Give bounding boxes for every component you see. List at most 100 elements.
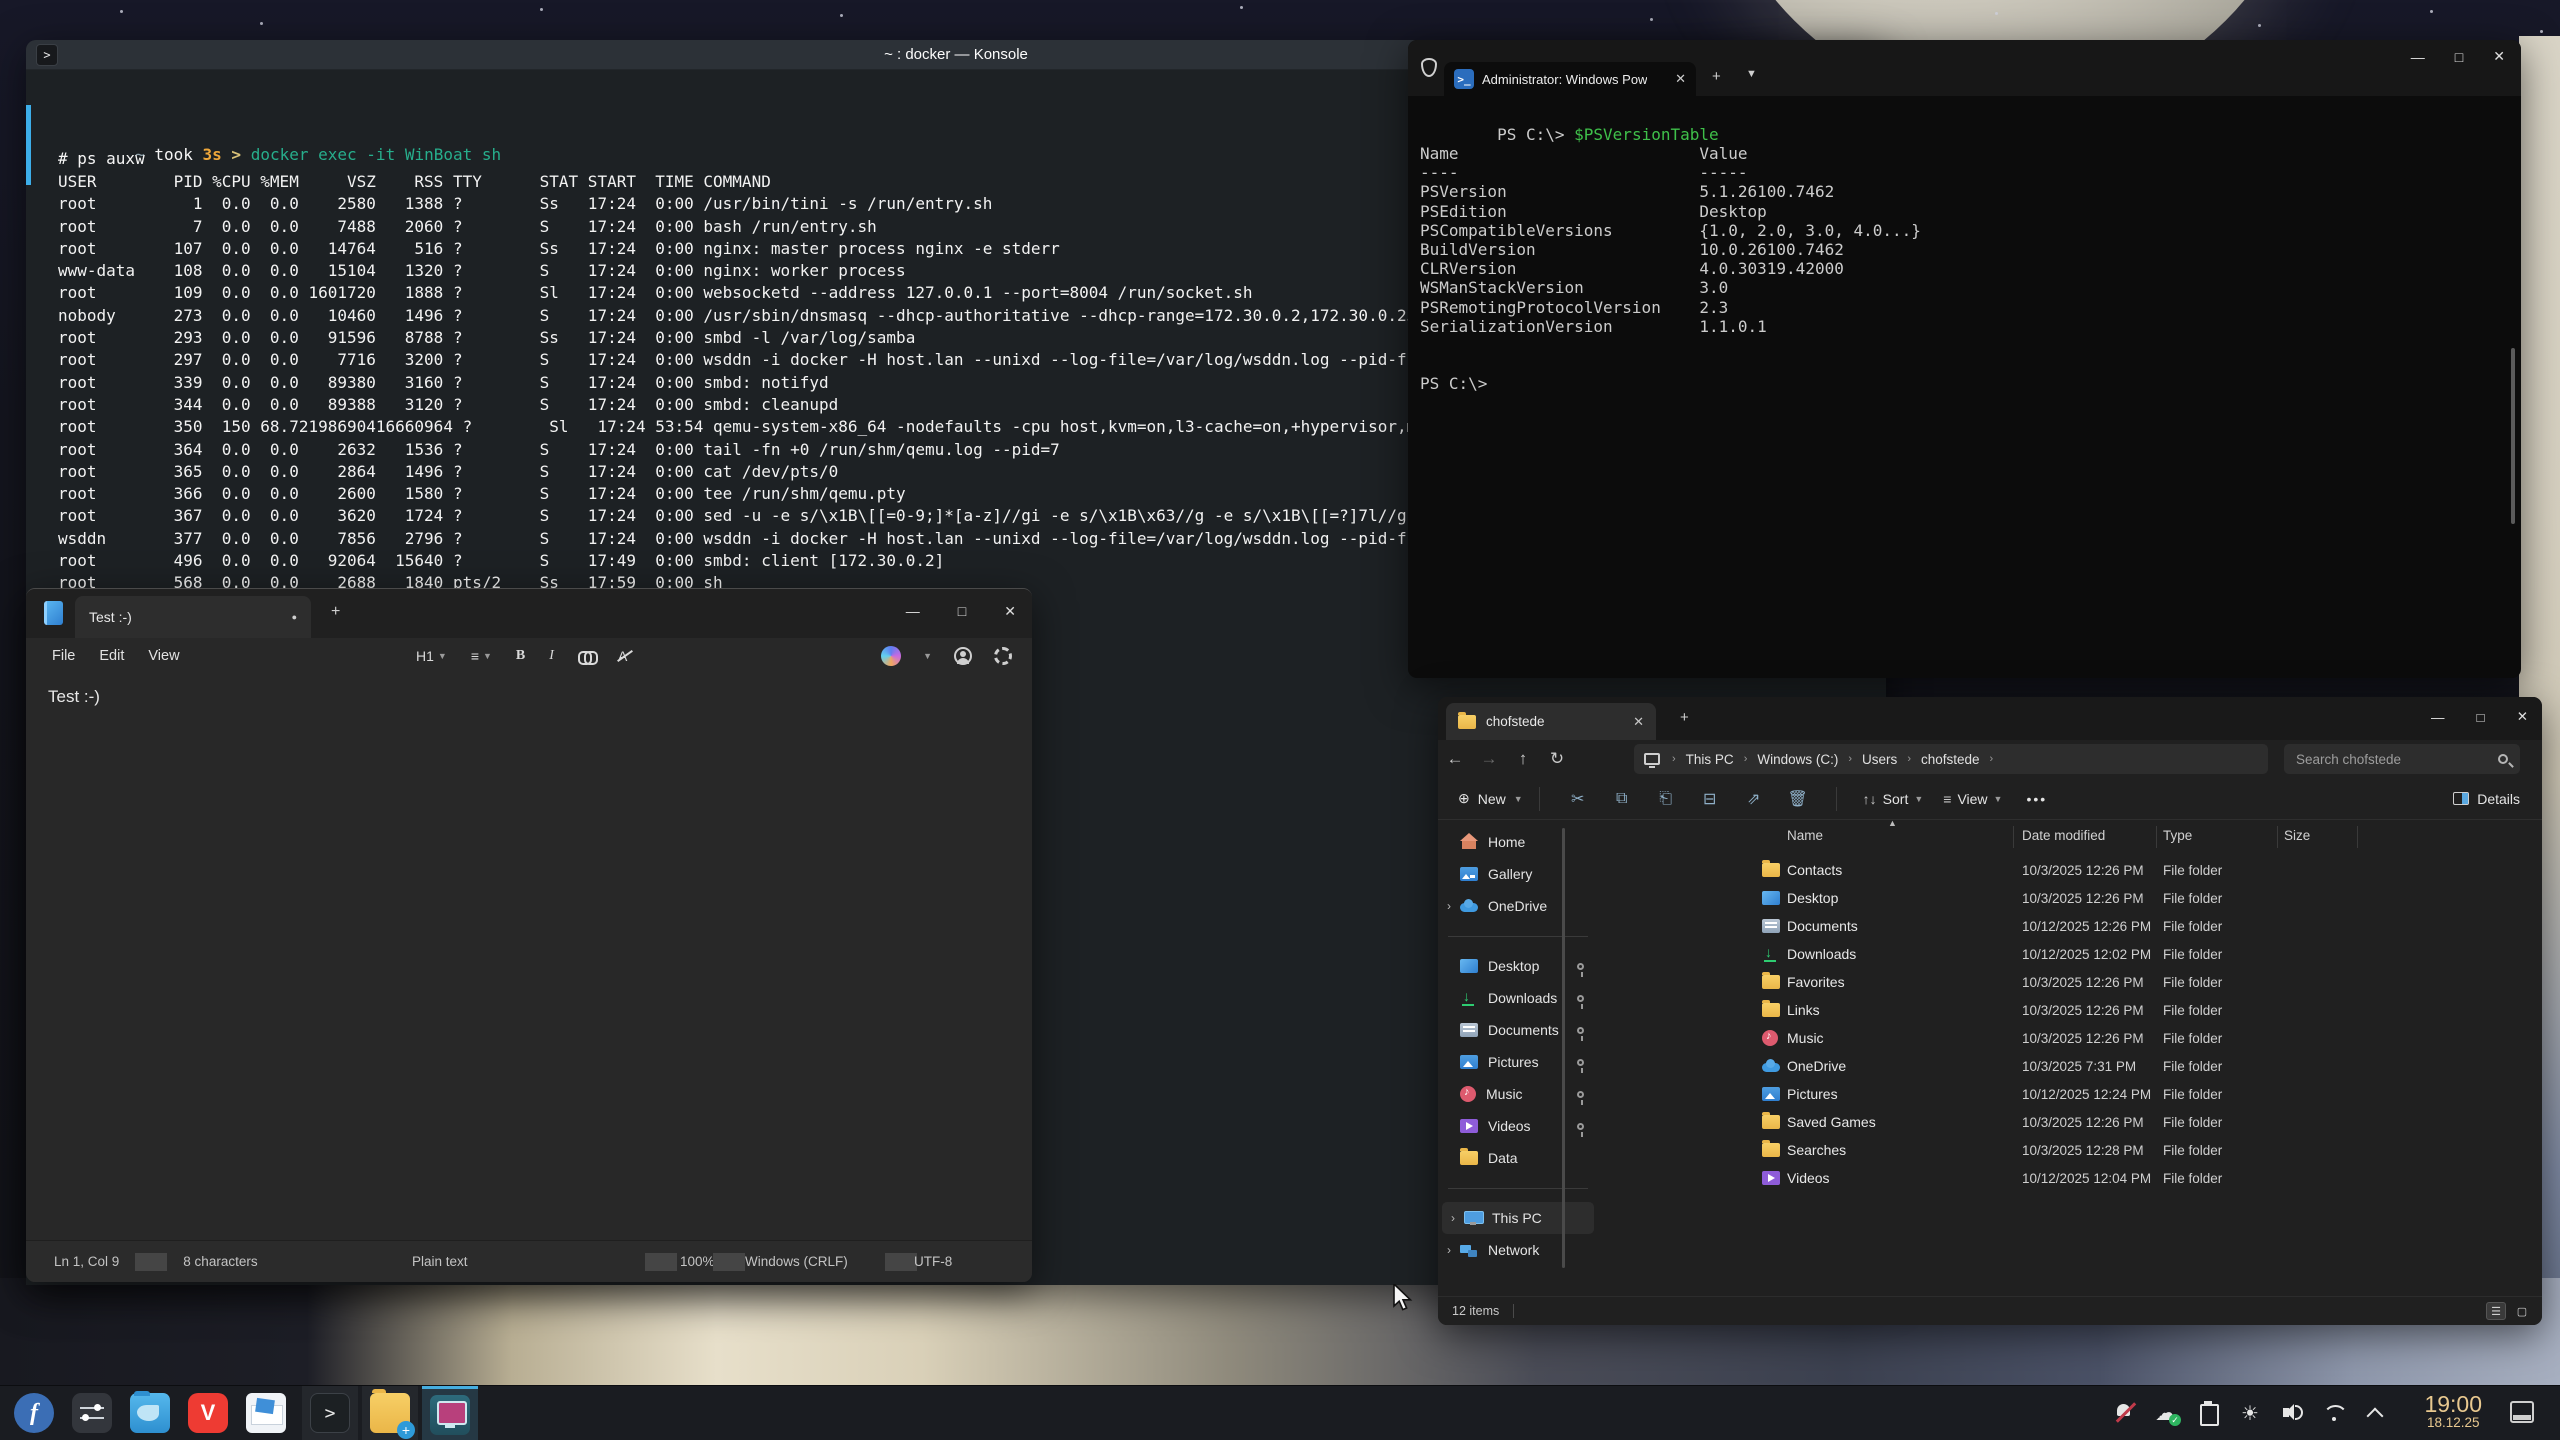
maximize-icon[interactable]: □ bbox=[2455, 48, 2463, 65]
close-tab-icon[interactable]: ✕ bbox=[1675, 71, 1686, 87]
expand-chevron-icon[interactable]: › bbox=[1442, 1211, 1464, 1225]
file-row-links[interactable]: Links10/3/2025 12:26 PMFile folder bbox=[1598, 996, 2542, 1024]
file-row-desktop[interactable]: Desktop10/3/2025 12:26 PMFile folder bbox=[1598, 884, 2542, 912]
copilot-icon[interactable] bbox=[881, 646, 901, 666]
close-icon[interactable]: ✕ bbox=[2517, 709, 2528, 725]
expand-chevron-icon[interactable]: › bbox=[1438, 1243, 1460, 1257]
show-desktop-button[interactable] bbox=[2510, 1401, 2534, 1423]
breadcrumb-item-windows-c-[interactable]: Windows (C:) bbox=[1757, 752, 1838, 767]
notepad-editor[interactable]: Test :-) bbox=[26, 673, 1032, 1241]
new-tab-icon[interactable]: + bbox=[1712, 68, 1721, 85]
back-icon[interactable]: ← bbox=[1438, 749, 1472, 769]
column-type[interactable]: Type bbox=[2163, 828, 2192, 843]
close-icon[interactable]: ✕ bbox=[2493, 48, 2505, 65]
forward-icon[interactable]: → bbox=[1472, 749, 1506, 769]
menu-view[interactable]: View bbox=[136, 643, 191, 669]
view-button[interactable]: ≡View▼ bbox=[1943, 791, 2002, 807]
menu-file[interactable]: File bbox=[40, 643, 87, 669]
sidebar-item-this-pc[interactable]: ›This PC bbox=[1442, 1202, 1594, 1234]
winboat-task[interactable] bbox=[422, 1386, 478, 1440]
mail-icon[interactable] bbox=[246, 1393, 286, 1433]
file-row-contacts[interactable]: Contacts10/3/2025 12:26 PMFile folder bbox=[1598, 856, 2542, 884]
sidebar-item-data[interactable]: Data bbox=[1438, 1142, 1598, 1174]
fedora-launcher-icon[interactable]: f bbox=[14, 1393, 54, 1433]
up-icon[interactable]: ↑ bbox=[1506, 749, 1540, 769]
copy-icon[interactable]: ⧉ bbox=[1600, 790, 1644, 808]
copilot-dropdown-icon[interactable]: ▼ bbox=[923, 651, 932, 661]
file-row-searches[interactable]: Searches10/3/2025 12:28 PMFile folder bbox=[1598, 1136, 2542, 1164]
volume-icon[interactable] bbox=[2280, 1401, 2304, 1425]
account-icon[interactable] bbox=[954, 647, 972, 665]
sidebar-item-downloads[interactable]: Downloads bbox=[1438, 982, 1598, 1014]
wifi-icon[interactable] bbox=[2322, 1401, 2346, 1425]
sidebar-item-music[interactable]: Music bbox=[1438, 1078, 1598, 1110]
italic-button[interactable]: I bbox=[549, 648, 554, 664]
file-row-favorites[interactable]: Favorites10/3/2025 12:26 PMFile folder bbox=[1598, 968, 2542, 996]
minimize-icon[interactable]: — bbox=[2431, 710, 2445, 725]
clipboard-icon[interactable] bbox=[2196, 1401, 2220, 1425]
refresh-icon[interactable]: ↻ bbox=[1540, 749, 1574, 769]
thumbnail-view-icon[interactable]: ▢ bbox=[2512, 1302, 2532, 1320]
file-row-videos[interactable]: Videos10/12/2025 12:04 PMFile folder bbox=[1598, 1164, 2542, 1192]
file-row-onedrive[interactable]: OneDrive10/3/2025 7:31 PMFile folder bbox=[1598, 1052, 2542, 1080]
sidebar-item-desktop[interactable]: Desktop bbox=[1438, 950, 1598, 982]
file-row-music[interactable]: Music10/3/2025 12:26 PMFile folder bbox=[1598, 1024, 2542, 1052]
brightness-icon[interactable]: ☀ bbox=[2238, 1401, 2262, 1425]
cloud-sync-icon[interactable]: ☁ bbox=[2154, 1401, 2178, 1425]
settings-icon[interactable] bbox=[72, 1393, 112, 1433]
bold-button[interactable]: B bbox=[516, 648, 525, 664]
minimize-icon[interactable]: — bbox=[906, 603, 920, 619]
file-row-downloads[interactable]: Downloads10/12/2025 12:02 PMFile folder bbox=[1598, 940, 2542, 968]
file-row-pictures[interactable]: Pictures10/12/2025 12:24 PMFile folder bbox=[1598, 1080, 2542, 1108]
explorer-tabbar[interactable]: chofstede ✕ + — □ ✕ bbox=[1438, 697, 2542, 740]
notepad-tab[interactable]: Test :-) ● bbox=[75, 596, 311, 638]
column-date-modified[interactable]: Date modified bbox=[2022, 828, 2105, 843]
link-button[interactable] bbox=[578, 651, 594, 661]
sidebar-item-pictures[interactable]: Pictures bbox=[1438, 1046, 1598, 1078]
line-ending[interactable]: Windows (CRLF) bbox=[729, 1254, 864, 1269]
heading-dropdown[interactable]: H1▼ bbox=[416, 648, 447, 664]
tab-dropdown-icon[interactable]: ▼ bbox=[1746, 68, 1757, 80]
explorer-file-area[interactable]: Name ▲ Date modified Type Size Contacts1… bbox=[1598, 820, 2542, 1282]
details-view-icon[interactable]: ☰ bbox=[2486, 1302, 2506, 1320]
minimize-icon[interactable]: — bbox=[2411, 48, 2425, 65]
column-size[interactable]: Size bbox=[2284, 828, 2310, 843]
rename-icon[interactable]: ⊟ bbox=[1688, 789, 1732, 809]
search-input[interactable]: Search chofstede bbox=[2284, 744, 2520, 774]
terminal-tabbar[interactable]: >_ Administrator: Windows Pow ✕ + ▼ — □ … bbox=[1408, 40, 2521, 96]
konsole-task[interactable]: > bbox=[302, 1386, 358, 1440]
new-button[interactable]: ⊕New▼ bbox=[1458, 790, 1523, 807]
list-dropdown[interactable]: ≡▼ bbox=[471, 648, 492, 664]
sidebar-item-videos[interactable]: Videos bbox=[1438, 1110, 1598, 1142]
paste-icon[interactable]: ⎗ bbox=[1644, 790, 1688, 808]
maximize-icon[interactable]: □ bbox=[2477, 710, 2485, 725]
new-folder-task[interactable] bbox=[362, 1386, 418, 1440]
encoding[interactable]: UTF-8 bbox=[898, 1254, 968, 1269]
dolphin-file-manager-icon[interactable] bbox=[130, 1393, 170, 1433]
breadcrumb-item-this-pc[interactable]: This PC bbox=[1686, 752, 1734, 767]
close-tab-icon[interactable]: ✕ bbox=[1633, 714, 1644, 730]
new-tab-icon[interactable]: + bbox=[1680, 709, 1689, 726]
breadcrumb[interactable]: ›This PC›Windows (C:)›Users›chofstede› bbox=[1634, 744, 2268, 774]
clock[interactable]: 19:00 18.12.25 bbox=[2424, 1392, 2482, 1430]
breadcrumb-item-chofstede[interactable]: chofstede bbox=[1921, 752, 1980, 767]
powershell-tab[interactable]: >_ Administrator: Windows Pow ✕ bbox=[1444, 62, 1696, 96]
more-options-icon[interactable]: ••• bbox=[2026, 791, 2047, 807]
sidebar-item-network[interactable]: ›Network bbox=[1438, 1234, 1598, 1266]
delete-icon[interactable]: 🗑 bbox=[1776, 789, 1820, 809]
close-icon[interactable]: ✕ bbox=[1004, 603, 1016, 620]
file-row-documents[interactable]: Documents10/12/2025 12:26 PMFile folder bbox=[1598, 912, 2542, 940]
menu-edit[interactable]: Edit bbox=[87, 643, 136, 669]
notepad-tabbar[interactable]: Test :-) ● + — □ ✕ bbox=[26, 589, 1032, 638]
clear-format-button[interactable]: A bbox=[618, 648, 627, 664]
breadcrumb-item-users[interactable]: Users bbox=[1862, 752, 1897, 767]
cut-icon[interactable]: ✂ bbox=[1556, 789, 1600, 809]
details-pane-toggle[interactable]: Details bbox=[2453, 791, 2520, 807]
notifications-muted-icon[interactable] bbox=[2112, 1401, 2136, 1425]
sidebar-item-home[interactable]: Home bbox=[1438, 826, 1598, 858]
sidebar-item-onedrive[interactable]: ›OneDrive bbox=[1438, 890, 1598, 922]
sidebar-item-documents[interactable]: Documents bbox=[1438, 1014, 1598, 1046]
maximize-icon[interactable]: □ bbox=[958, 603, 966, 619]
sidebar-scrollbar[interactable] bbox=[1562, 828, 1565, 1268]
new-tab-icon[interactable]: + bbox=[331, 603, 340, 621]
